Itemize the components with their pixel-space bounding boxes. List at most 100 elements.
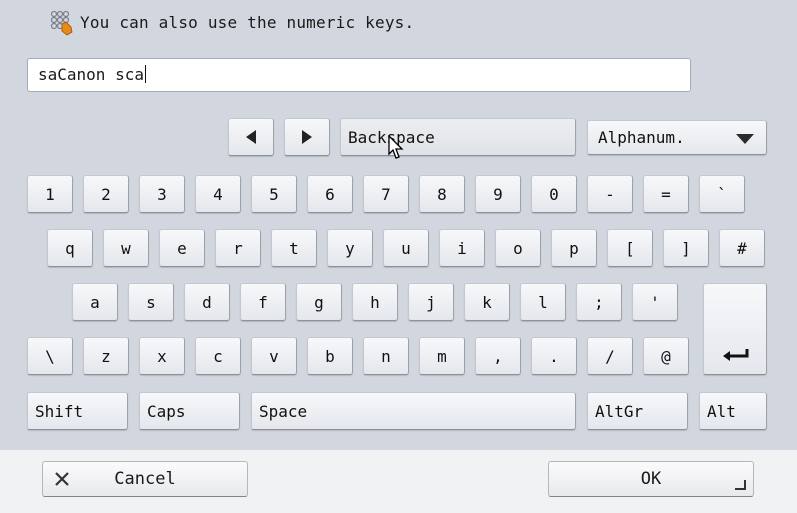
key[interactable]: 2 [83, 175, 129, 213]
key-label: # [737, 238, 747, 258]
key[interactable]: h [352, 283, 398, 321]
key-label: 8 [437, 184, 447, 204]
key[interactable]: n [363, 337, 409, 375]
key[interactable]: t [271, 229, 317, 267]
key[interactable]: 9 [475, 175, 521, 213]
shift-key[interactable]: Shift [27, 392, 128, 430]
key-label: r [233, 238, 243, 258]
key-label: g [314, 292, 324, 312]
key-label: t [289, 238, 299, 258]
input-mode-select[interactable]: Alphanum. [587, 120, 767, 155]
key[interactable]: f [240, 283, 286, 321]
corner-indicator-icon [735, 480, 746, 490]
key-label: @ [661, 346, 671, 366]
keypad-hand-icon [50, 10, 74, 36]
key[interactable]: 6 [307, 175, 353, 213]
key[interactable]: ; [576, 283, 622, 321]
hint-text: You can also use the numeric keys. [80, 13, 415, 32]
key-label: v [269, 346, 279, 366]
key-label: c [213, 346, 223, 366]
key[interactable]: 4 [195, 175, 241, 213]
key[interactable]: k [464, 283, 510, 321]
key[interactable]: 3 [139, 175, 185, 213]
key[interactable]: j [408, 283, 454, 321]
enter-key[interactable] [703, 283, 767, 375]
key[interactable]: v [251, 337, 297, 375]
key-label: s [146, 292, 156, 312]
cancel-button[interactable]: Cancel [42, 461, 248, 497]
key-label: f [258, 292, 268, 312]
key[interactable]: ] [663, 229, 709, 267]
key-label: y [345, 238, 355, 258]
key[interactable]: i [439, 229, 485, 267]
key-label: - [605, 184, 615, 204]
key-label: o [513, 238, 523, 258]
text-caret [144, 65, 146, 83]
key[interactable]: q [47, 229, 93, 267]
key-label: n [381, 346, 391, 366]
key-label: , [493, 346, 503, 366]
key[interactable]: p [551, 229, 597, 267]
key[interactable]: ` [699, 175, 745, 213]
key-label: [ [625, 238, 635, 258]
key[interactable]: a [72, 283, 118, 321]
key[interactable]: c [195, 337, 241, 375]
key[interactable]: z [83, 337, 129, 375]
space-key[interactable]: Space [251, 392, 576, 430]
key-label: d [202, 292, 212, 312]
key[interactable]: 5 [251, 175, 297, 213]
key[interactable]: 0 [531, 175, 577, 213]
key-label: / [605, 346, 615, 366]
key-label: i [457, 238, 467, 258]
altgr-key[interactable]: AltGr [587, 392, 688, 430]
key-label: 5 [269, 184, 279, 204]
key[interactable]: x [139, 337, 185, 375]
key[interactable]: e [159, 229, 205, 267]
key[interactable]: g [296, 283, 342, 321]
key[interactable]: \ [27, 337, 73, 375]
key[interactable]: b [307, 337, 353, 375]
key-label: \ [45, 346, 55, 366]
input-mode-label: Alphanum. [598, 128, 685, 147]
key[interactable]: w [103, 229, 149, 267]
key[interactable]: 1 [27, 175, 73, 213]
key[interactable]: = [643, 175, 689, 213]
cursor-right-button[interactable] [284, 118, 330, 156]
key[interactable]: y [327, 229, 373, 267]
backspace-label: Backspace [348, 127, 435, 147]
cursor-left-button[interactable] [228, 118, 274, 156]
alt-key[interactable]: Alt [699, 392, 767, 430]
key-label: h [370, 292, 380, 312]
key-label: 0 [549, 184, 559, 204]
key[interactable]: 8 [419, 175, 465, 213]
key[interactable]: / [587, 337, 633, 375]
key[interactable]: # [719, 229, 765, 267]
key[interactable]: 7 [363, 175, 409, 213]
text-input-field[interactable]: saCanon sca [27, 58, 691, 92]
backspace-key[interactable]: Backspace [340, 118, 576, 156]
key[interactable]: s [128, 283, 174, 321]
key[interactable]: r [215, 229, 261, 267]
key[interactable]: u [383, 229, 429, 267]
key[interactable]: ' [632, 283, 678, 321]
key[interactable]: o [495, 229, 541, 267]
key[interactable]: - [587, 175, 633, 213]
key[interactable]: . [531, 337, 577, 375]
key-label: j [426, 292, 436, 312]
key-label: = [661, 184, 671, 204]
ok-button[interactable]: OK [548, 461, 754, 497]
key-label: 9 [493, 184, 503, 204]
key-label: b [325, 346, 335, 366]
arrow-right-icon [302, 130, 312, 144]
key[interactable]: , [475, 337, 521, 375]
key[interactable]: [ [607, 229, 653, 267]
key[interactable]: l [520, 283, 566, 321]
key-label: ` [717, 184, 727, 204]
caps-key[interactable]: Caps [139, 392, 240, 430]
key[interactable]: d [184, 283, 230, 321]
key-label: 1 [45, 184, 55, 204]
key[interactable]: m [419, 337, 465, 375]
key-label: z [101, 346, 111, 366]
key-label: q [65, 238, 75, 258]
key[interactable]: @ [643, 337, 689, 375]
